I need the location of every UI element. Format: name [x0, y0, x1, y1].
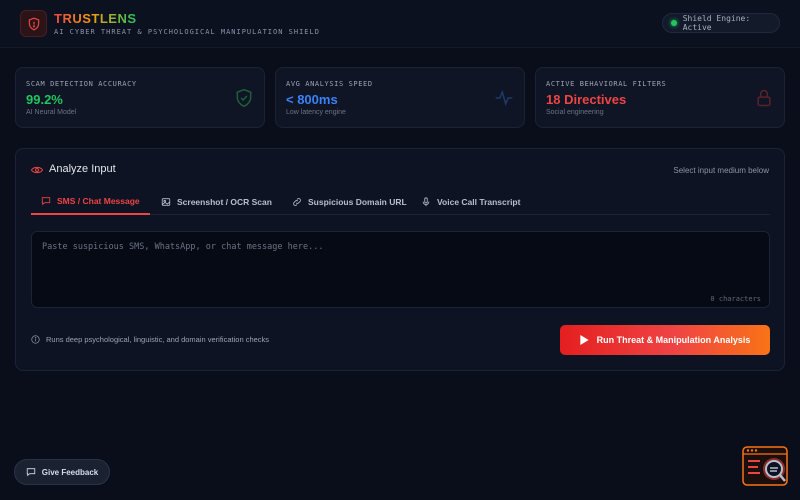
panel-hint: Select input medium below	[673, 166, 769, 175]
stat-value: < 800ms	[286, 92, 338, 107]
link-icon	[293, 198, 301, 206]
eye-icon	[31, 166, 43, 174]
stat-card-filters: ACTIVE BEHAVIORAL FILTERS 18 Directives …	[535, 67, 785, 128]
stat-label: ACTIVE BEHAVIORAL FILTERS	[546, 80, 667, 88]
tab-label: Screenshot / OCR Scan	[177, 197, 272, 207]
analyze-panel: Analyze Input Select input medium below …	[15, 148, 785, 371]
brand-name: TRUSTLENS	[54, 11, 137, 26]
panel-title: Analyze Input	[49, 163, 116, 175]
tab-sms-chat[interactable]: SMS / Chat Message	[31, 189, 150, 215]
run-analysis-button[interactable]: Run Threat & Manipulation Analysis	[560, 325, 770, 355]
shield-alert-icon	[28, 17, 39, 30]
brand-subtitle: AI CYBER THREAT & PSYCHOLOGICAL MANIPULA…	[54, 28, 320, 36]
stat-sub: Social engineering	[546, 109, 604, 116]
message-icon	[41, 197, 51, 206]
info-icon	[31, 335, 40, 344]
run-analysis-label: Run Threat & Manipulation Analysis	[596, 335, 751, 345]
tab-domain-url[interactable]: Suspicious Domain URL	[282, 189, 417, 215]
play-icon	[579, 335, 589, 345]
stat-label: SCAM DETECTION ACCURACY	[26, 80, 137, 88]
tab-label: SMS / Chat Message	[57, 196, 140, 206]
mic-icon	[422, 197, 430, 207]
lock-icon	[757, 89, 771, 107]
tab-voice-transcript[interactable]: Voice Call Transcript	[411, 189, 530, 215]
message-input-box: 0 characters	[31, 231, 770, 308]
give-feedback-button[interactable]: Give Feedback	[14, 459, 110, 485]
stat-label: AVG ANALYSIS SPEED	[286, 80, 373, 88]
info-text: Runs deep psychological, linguistic, and…	[46, 335, 270, 344]
tab-label: Suspicious Domain URL	[308, 197, 407, 207]
logo	[20, 10, 47, 37]
image-icon	[161, 198, 171, 206]
input-tabs: SMS / Chat Message Screenshot / OCR Scan…	[31, 189, 770, 215]
chat-bubble-icon	[26, 468, 35, 477]
browser-scan-icon	[742, 446, 788, 486]
tab-screenshot-ocr[interactable]: Screenshot / OCR Scan	[151, 189, 282, 215]
char-count: 0 characters	[710, 295, 761, 303]
info-note: Runs deep psychological, linguistic, and…	[31, 335, 269, 344]
engine-status-badge: Shield Engine: Active	[662, 13, 780, 33]
status-dot	[671, 20, 677, 26]
stat-sub: AI Neural Model	[26, 109, 77, 116]
floating-scan-widget[interactable]	[742, 446, 788, 486]
engine-status-text: Shield Engine: Active	[682, 14, 751, 32]
stat-value: 99.2%	[26, 92, 63, 107]
stat-card-accuracy: SCAM DETECTION ACCURACY 99.2% AI Neural …	[15, 67, 265, 128]
message-input[interactable]	[32, 232, 769, 307]
stat-sub: Low latency engine	[286, 109, 346, 116]
app-header: TRUSTLENS AI CYBER THREAT & PSYCHOLOGICA…	[0, 0, 800, 48]
pulse-icon	[495, 89, 513, 107]
stat-card-speed: AVG ANALYSIS SPEED < 800ms Low latency e…	[275, 67, 525, 128]
tab-label: Voice Call Transcript	[437, 197, 521, 207]
shield-check-icon	[236, 88, 252, 108]
stat-value: 18 Directives	[546, 92, 627, 107]
feedback-label: Give Feedback	[41, 467, 99, 477]
